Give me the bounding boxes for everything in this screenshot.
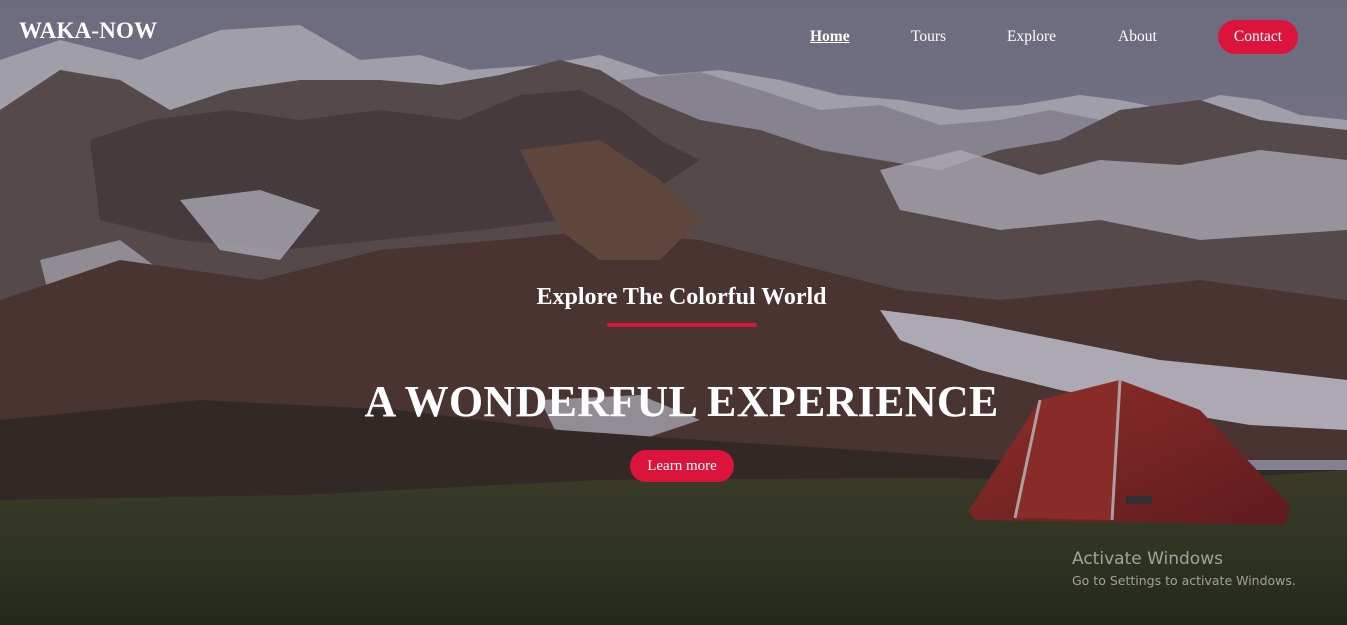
hero-dark-overlay — [0, 0, 1347, 625]
subtitle-underline-divider — [607, 323, 757, 327]
learn-more-button[interactable]: Learn more — [630, 450, 734, 482]
site-logo[interactable]: WAKA-NOW — [19, 18, 157, 44]
hero-subtitle: Explore The Colorful World — [536, 284, 827, 310]
nav-link-home[interactable]: Home — [810, 28, 850, 46]
landing-page: WAKA-NOW Home Tours Explore About Contac… — [0, 0, 1347, 625]
watermark-title: Activate Windows — [1072, 549, 1223, 569]
hero-headline: A WONDERFUL EXPERIENCE — [364, 377, 999, 426]
nav-link-about[interactable]: About — [1118, 28, 1157, 46]
windows-activation-watermark: Activate Windows Go to Settings to activ… — [1072, 549, 1296, 588]
watermark-subtitle: Go to Settings to activate Windows. — [1072, 573, 1296, 588]
nav-link-explore[interactable]: Explore — [1007, 28, 1056, 46]
contact-button[interactable]: Contact — [1218, 20, 1298, 54]
nav-link-tours[interactable]: Tours — [911, 28, 946, 46]
